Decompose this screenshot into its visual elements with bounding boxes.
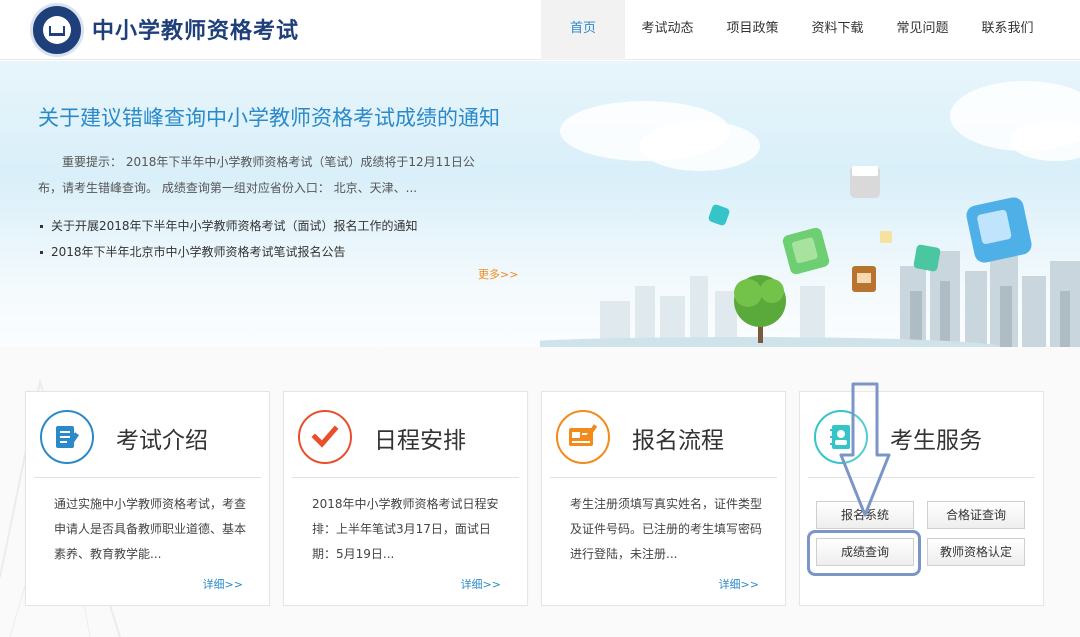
nav-downloads[interactable]: 资料下载 xyxy=(795,0,880,60)
notice-banner: 关于建议错峰查询中小学教师资格考试成绩的通知 重要提示： 2018年下半年中小学… xyxy=(0,61,1080,347)
site-title[interactable]: 中小学教师资格考试 xyxy=(92,13,299,45)
details-link[interactable]: 详细>> xyxy=(203,576,243,592)
bullet-icon xyxy=(40,251,43,254)
news-item-label: 关于开展2018年下半年中小学教师资格考试（面试）报名工作的通知 xyxy=(51,219,418,233)
document-edit-icon xyxy=(40,410,94,464)
nav-contact[interactable]: 联系我们 xyxy=(965,0,1050,60)
bullet-icon xyxy=(40,225,43,228)
divider xyxy=(292,477,519,478)
notice-summary: 重要提示： 2018年下半年中小学教师资格考试（笔试）成绩将于12月11日公布，… xyxy=(38,155,475,195)
news-list: 关于开展2018年下半年中小学教师资格考试（面试）报名工作的通知 2018年下半… xyxy=(40,213,418,265)
city-illustration xyxy=(540,166,1080,347)
card-registration-process[interactable]: 报名流程 考生注册须填写真实姓名，证件类型及证件号码。已注册的考生填写密码进行登… xyxy=(541,391,786,606)
card-body: 通过实施中小学教师资格考试，考查申请人是否具备教师职业道德、基本素养、教育教学能… xyxy=(54,497,247,561)
notice-title[interactable]: 关于建议错峰查询中小学教师资格考试成绩的通知 xyxy=(38,102,500,132)
news-item[interactable]: 2018年下半年北京市中小学教师资格考试笔试报名公告 xyxy=(40,239,418,265)
registration-system-button[interactable]: 报名系统 xyxy=(816,501,914,529)
main-nav: 首页 考试动态 项目政策 资料下载 常见问题 联系我们 xyxy=(541,0,1050,60)
floating-cube-icon xyxy=(782,227,830,275)
card-title: 日程安排 xyxy=(374,428,466,454)
nav-exam-news[interactable]: 考试动态 xyxy=(625,0,710,60)
details-link[interactable]: 详细>> xyxy=(719,576,759,592)
details-link[interactable]: 详细>> xyxy=(461,576,501,592)
divider xyxy=(808,477,1035,478)
nav-home[interactable]: 首页 xyxy=(541,0,625,60)
nav-faq[interactable]: 常见问题 xyxy=(880,0,965,60)
contact-book-icon xyxy=(814,410,868,464)
teacher-qualification-button[interactable]: 教师资格认定 xyxy=(927,538,1025,566)
card-title: 报名流程 xyxy=(632,428,724,454)
divider xyxy=(34,477,261,478)
news-item-label: 2018年下半年北京市中小学教师资格考试笔试报名公告 xyxy=(51,245,346,259)
card-body: 考生注册须填写真实姓名，证件类型及证件号码。已注册的考生填写密码进行登陆，未注册… xyxy=(570,497,763,561)
highlight-box xyxy=(807,530,921,576)
site-logo[interactable] xyxy=(30,3,84,57)
more-news-link[interactable]: 更多>> xyxy=(478,266,518,282)
card-exam-intro[interactable]: 考试介绍 通过实施中小学教师资格考试，考查申请人是否具备教师职业道德、基本素养、… xyxy=(25,391,270,606)
certificate-query-button[interactable]: 合格证查询 xyxy=(927,501,1025,529)
checkmark-icon xyxy=(298,410,352,464)
news-item[interactable]: 关于开展2018年下半年中小学教师资格考试（面试）报名工作的通知 xyxy=(40,213,418,239)
card-title: 考试介绍 xyxy=(116,428,208,454)
card-title: 考生服务 xyxy=(890,428,982,454)
nav-policy[interactable]: 项目政策 xyxy=(710,0,795,60)
registration-form-icon xyxy=(556,410,610,464)
card-body: 2018年中小学教师资格考试日程安排：上半年笔试3月17日，面试日期：5月19日… xyxy=(312,497,499,561)
divider xyxy=(550,477,777,478)
card-schedule[interactable]: 日程安排 2018年中小学教师资格考试日程安排：上半年笔试3月17日，面试日期：… xyxy=(283,391,528,606)
site-header: 中小学教师资格考试 首页 考试动态 项目政策 资料下载 常见问题 联系我们 xyxy=(0,0,1080,60)
